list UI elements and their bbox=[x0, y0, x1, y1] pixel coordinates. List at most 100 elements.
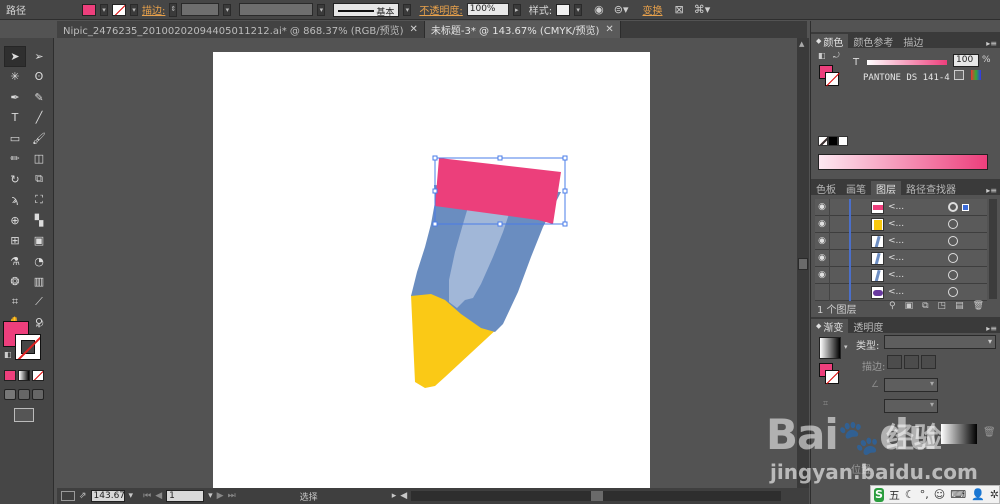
line-tool-icon[interactable]: ╱ bbox=[28, 108, 50, 129]
lock-toggle[interactable] bbox=[829, 198, 849, 216]
first-page-icon[interactable]: ⏮ bbox=[143, 491, 151, 501]
opacity-link[interactable]: 不透明度: bbox=[419, 2, 462, 17]
stroke-along-button[interactable] bbox=[904, 355, 919, 369]
draw-normal-button[interactable] bbox=[4, 389, 16, 400]
black-swatch[interactable] bbox=[828, 136, 838, 146]
scroll-up-icon[interactable]: ▲ bbox=[799, 40, 804, 48]
horizontal-scrollbar[interactable] bbox=[411, 491, 782, 501]
last-page-icon[interactable]: ⏭ bbox=[228, 491, 236, 501]
gradient-stroke-swatch[interactable] bbox=[825, 370, 840, 385]
target-circle-icon[interactable] bbox=[948, 253, 958, 263]
none-swatch[interactable] bbox=[818, 136, 828, 146]
zoom-field[interactable]: 143.67 bbox=[90, 490, 125, 502]
scroll-left-icon[interactable]: ◀ bbox=[400, 491, 407, 501]
tint-value-field[interactable]: 100 bbox=[953, 54, 979, 67]
tab-color[interactable]: ◆ 颜色 bbox=[811, 34, 849, 49]
delete-stop-icon[interactable]: 🗑 bbox=[983, 427, 996, 438]
gradient-slider-ramp[interactable] bbox=[941, 424, 977, 444]
page-field[interactable]: 1 bbox=[166, 490, 205, 502]
panel-menu-icon[interactable]: ▸≡ bbox=[986, 186, 997, 195]
visibility-eye-icon[interactable]: ◉ bbox=[815, 219, 829, 229]
lock-toggle[interactable] bbox=[829, 283, 849, 301]
stroke-within-button[interactable] bbox=[887, 355, 902, 369]
keyboard-icon[interactable]: ⌨ bbox=[950, 488, 966, 501]
target-circle-icon[interactable] bbox=[948, 202, 958, 212]
stroke-dropdown[interactable]: ▾ bbox=[130, 3, 138, 16]
paintbrush-tool-icon[interactable]: 🖌 bbox=[28, 128, 50, 149]
clipping-mask-icon[interactable]: ▣ bbox=[905, 301, 914, 311]
layer-row[interactable]: ◉ <... bbox=[815, 266, 987, 284]
slice-tool-icon[interactable]: ⟋ bbox=[28, 292, 50, 313]
lock-toggle[interactable] bbox=[829, 232, 849, 250]
gradient-swatch-dropdown-icon[interactable]: ▾ bbox=[844, 343, 848, 351]
isolate-icon[interactable]: ⊠ bbox=[674, 3, 683, 16]
share-icon[interactable]: ⇗ bbox=[79, 491, 87, 501]
tint-slider[interactable] bbox=[867, 60, 947, 65]
none-mode-button[interactable] bbox=[32, 370, 44, 381]
tab-transparency[interactable]: 透明度 bbox=[848, 319, 888, 334]
rotate-tool-icon[interactable]: ↻ bbox=[4, 169, 26, 190]
type-tool-icon[interactable]: T bbox=[4, 108, 26, 129]
close-icon[interactable]: ✕ bbox=[605, 24, 613, 35]
punctuation-icon[interactable]: °, bbox=[920, 488, 929, 501]
layer-row[interactable]: ◉ <... bbox=[815, 249, 987, 267]
graphic-style-dropdown[interactable]: ▾ bbox=[574, 3, 583, 16]
layer-row[interactable]: ◉ <... bbox=[815, 198, 987, 216]
gradient-tool-icon[interactable]: ▣ bbox=[28, 231, 50, 252]
target-circle-icon[interactable] bbox=[948, 270, 958, 280]
doc-tab-untitled-3[interactable]: 未标题-3* @ 143.67% (CMYK/预览) ✕ bbox=[424, 21, 621, 38]
tab-stroke[interactable]: 描边 bbox=[898, 34, 928, 49]
stroke-weight-field[interactable] bbox=[181, 3, 220, 16]
direct-selection-tool-icon[interactable]: ➢ bbox=[28, 46, 50, 67]
brush-dropdown[interactable]: ▾ bbox=[403, 3, 412, 16]
new-sublayer-icon[interactable]: ⧉ bbox=[922, 301, 928, 311]
close-icon[interactable]: ✕ bbox=[410, 24, 418, 35]
white-swatch[interactable] bbox=[838, 136, 848, 146]
stroke-weight-stepper[interactable]: ⇕ bbox=[169, 2, 178, 17]
blend-tool-icon[interactable]: ◔ bbox=[28, 251, 50, 272]
doc-tab-nipic[interactable]: Nipic_2476235_20100202094405011212.ai* @… bbox=[57, 21, 425, 38]
align-icon[interactable]: ⊜▾ bbox=[614, 3, 629, 16]
gradient-mode-button[interactable] bbox=[18, 370, 30, 381]
magic-wand-tool-icon[interactable]: ✳ bbox=[4, 67, 26, 88]
ime-mode[interactable]: 五 bbox=[889, 487, 900, 503]
pencil-artwork[interactable] bbox=[213, 52, 650, 488]
layer-row[interactable]: ◉ <... bbox=[815, 215, 987, 233]
panel-menu-icon[interactable]: ▸≡ bbox=[986, 324, 997, 333]
layer-row[interactable]: ◉ <... bbox=[815, 232, 987, 250]
page-dropdown-icon[interactable]: ▾ bbox=[208, 491, 213, 501]
swap-colors-icon[interactable]: ⤾ bbox=[36, 320, 44, 330]
settings-icon[interactable]: ✲ bbox=[990, 488, 999, 501]
out-of-gamut-icon[interactable] bbox=[954, 70, 964, 80]
color-panel-stroke-swatch[interactable] bbox=[825, 72, 840, 87]
chevron-down-icon[interactable]: ▾ bbox=[930, 400, 934, 409]
visibility-eye-icon[interactable]: ◉ bbox=[815, 236, 829, 246]
locate-object-icon[interactable]: ⚲ bbox=[889, 301, 896, 311]
brush-definition-field[interactable]: 基本 bbox=[333, 2, 400, 18]
free-transform-tool-icon[interactable]: ⛶ bbox=[28, 190, 50, 211]
warp-tool-icon[interactable]: ϡ bbox=[4, 190, 26, 211]
layer-row[interactable]: <... bbox=[815, 283, 987, 301]
status-menu-icon[interactable]: ▸ bbox=[392, 491, 397, 501]
gradient-type-select[interactable]: ▾ bbox=[884, 335, 996, 349]
lock-toggle[interactable] bbox=[829, 215, 849, 233]
tab-swatches[interactable]: 色板 bbox=[811, 181, 841, 196]
rectangle-tool-icon[interactable]: ▭ bbox=[4, 128, 26, 149]
panel-menu-icon[interactable]: ▸≡ bbox=[986, 39, 997, 48]
target-circle-icon[interactable] bbox=[948, 219, 958, 229]
delete-layer-icon[interactable]: 🗑 bbox=[973, 301, 984, 311]
selection-tool-icon[interactable]: ➤ bbox=[4, 46, 26, 67]
draw-behind-button[interactable] bbox=[18, 389, 30, 400]
tab-color-guide[interactable]: 颜色参考 bbox=[848, 34, 898, 49]
color-mode-icon[interactable] bbox=[971, 70, 981, 80]
opacity-dropdown[interactable]: ▸ bbox=[512, 3, 521, 16]
default-colors-icon[interactable]: ◧ bbox=[4, 350, 12, 359]
chevron-down-icon[interactable]: ▾ bbox=[930, 379, 934, 388]
user-icon[interactable]: 👤 bbox=[971, 488, 985, 501]
screen-mode-icon[interactable] bbox=[14, 408, 34, 422]
tab-pathfinder[interactable]: 路径查找器 bbox=[901, 181, 961, 196]
perspective-grid-tool-icon[interactable]: ▚ bbox=[28, 210, 50, 231]
lock-toggle[interactable] bbox=[829, 266, 849, 284]
next-page-icon[interactable]: ▶ bbox=[217, 491, 224, 501]
graphic-style-swatch[interactable] bbox=[556, 3, 571, 16]
